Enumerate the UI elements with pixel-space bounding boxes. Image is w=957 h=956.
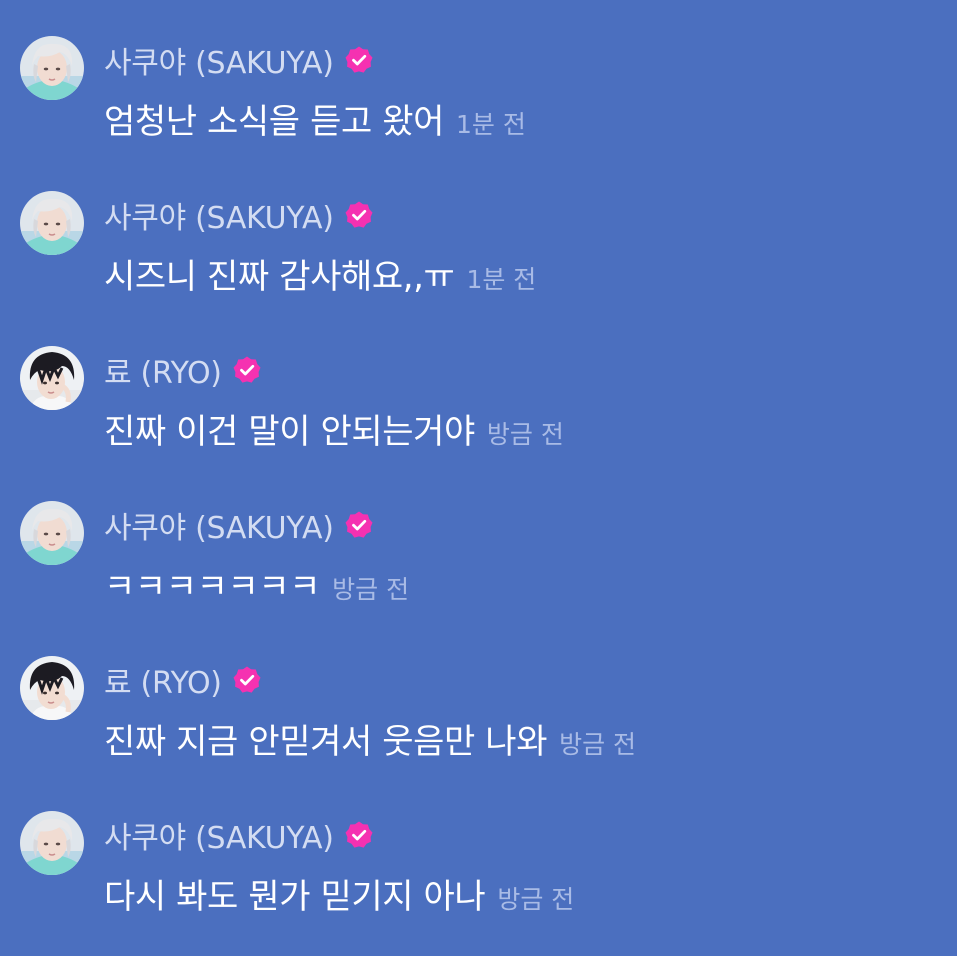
message-timestamp: 방금 전: [559, 730, 637, 759]
message-timestamp: 방금 전: [486, 420, 564, 449]
message-timestamp: 1분 전: [466, 265, 537, 294]
chat-feed: 사쿠야 (SAKUYA) 엄청난 소식을 듣고 왔어 1분 전 사쿠야 (SAK…: [0, 0, 957, 956]
avatar-sakuya[interactable]: [20, 501, 84, 565]
message-header: 료 (RYO): [104, 348, 262, 392]
author-name[interactable]: 사쿠야 (SAKUYA): [104, 813, 334, 857]
author-name[interactable]: 사쿠야 (SAKUYA): [104, 503, 334, 547]
message-header: 사쿠야 (SAKUYA): [104, 38, 374, 82]
message-text: 진짜 이건 말이 안되는거야: [104, 412, 475, 452]
message-body: ㅋㅋㅋㅋㅋㅋㅋ 방금 전: [104, 559, 409, 611]
avatar-sakuya[interactable]: [20, 36, 84, 100]
verified-badge-icon: [232, 665, 262, 695]
verified-badge-icon: [344, 510, 374, 540]
message-text: 시즈니 진짜 감사해요,,ㅠ: [104, 257, 455, 297]
message-header: 사쿠야 (SAKUYA): [104, 193, 374, 237]
message-text: ㅋㅋㅋㅋㅋㅋㅋ: [104, 567, 321, 607]
avatar-ryo[interactable]: [20, 346, 84, 410]
message-header: 료 (RYO): [104, 658, 262, 702]
author-name[interactable]: 료 (RYO): [104, 348, 222, 392]
chat-message: 사쿠야 (SAKUYA) 시즈니 진짜 감사해요,,ㅠ 1분 전: [20, 175, 940, 305]
avatar-sakuya[interactable]: [20, 191, 84, 255]
chat-message: 사쿠야 (SAKUYA) 다시 봐도 뭔가 믿기지 아나 방금 전: [20, 795, 940, 925]
verified-badge-icon: [344, 45, 374, 75]
message-header: 사쿠야 (SAKUYA): [104, 503, 374, 547]
message-timestamp: 방금 전: [332, 575, 410, 604]
message-timestamp: 방금 전: [497, 885, 575, 914]
message-body: 엄청난 소식을 듣고 왔어 1분 전: [104, 94, 526, 146]
message-body: 진짜 이건 말이 안되는거야 방금 전: [104, 404, 564, 456]
message-timestamp: 1분 전: [456, 110, 526, 139]
chat-message: 료 (RYO) 진짜 이건 말이 안되는거야 방금 전: [20, 330, 940, 460]
author-name[interactable]: 사쿠야 (SAKUYA): [104, 38, 334, 82]
message-header: 사쿠야 (SAKUYA): [104, 813, 374, 857]
verified-badge-icon: [344, 200, 374, 230]
message-text: 엄청난 소식을 듣고 왔어: [104, 102, 445, 142]
author-name[interactable]: 료 (RYO): [104, 658, 222, 702]
message-body: 다시 봐도 뭔가 믿기지 아나 방금 전: [104, 869, 574, 921]
verified-badge-icon: [344, 820, 374, 850]
avatar-sakuya[interactable]: [20, 811, 84, 875]
author-name[interactable]: 사쿠야 (SAKUYA): [104, 193, 334, 237]
chat-message: 료 (RYO) 진짜 지금 안믿겨서 웃음만 나와 방금 전: [20, 640, 940, 770]
avatar-ryo[interactable]: [20, 656, 84, 720]
message-body: 시즈니 진짜 감사해요,,ㅠ 1분 전: [104, 249, 536, 301]
chat-message: 사쿠야 (SAKUYA) ㅋㅋㅋㅋㅋㅋㅋ 방금 전: [20, 485, 940, 615]
message-body: 진짜 지금 안믿겨서 웃음만 나와 방금 전: [104, 714, 636, 766]
message-text: 다시 봐도 뭔가 믿기지 아나: [104, 877, 486, 917]
chat-message: 사쿠야 (SAKUYA) 엄청난 소식을 듣고 왔어 1분 전: [20, 20, 940, 150]
message-text: 진짜 지금 안믿겨서 웃음만 나와: [104, 722, 548, 762]
verified-badge-icon: [232, 355, 262, 385]
